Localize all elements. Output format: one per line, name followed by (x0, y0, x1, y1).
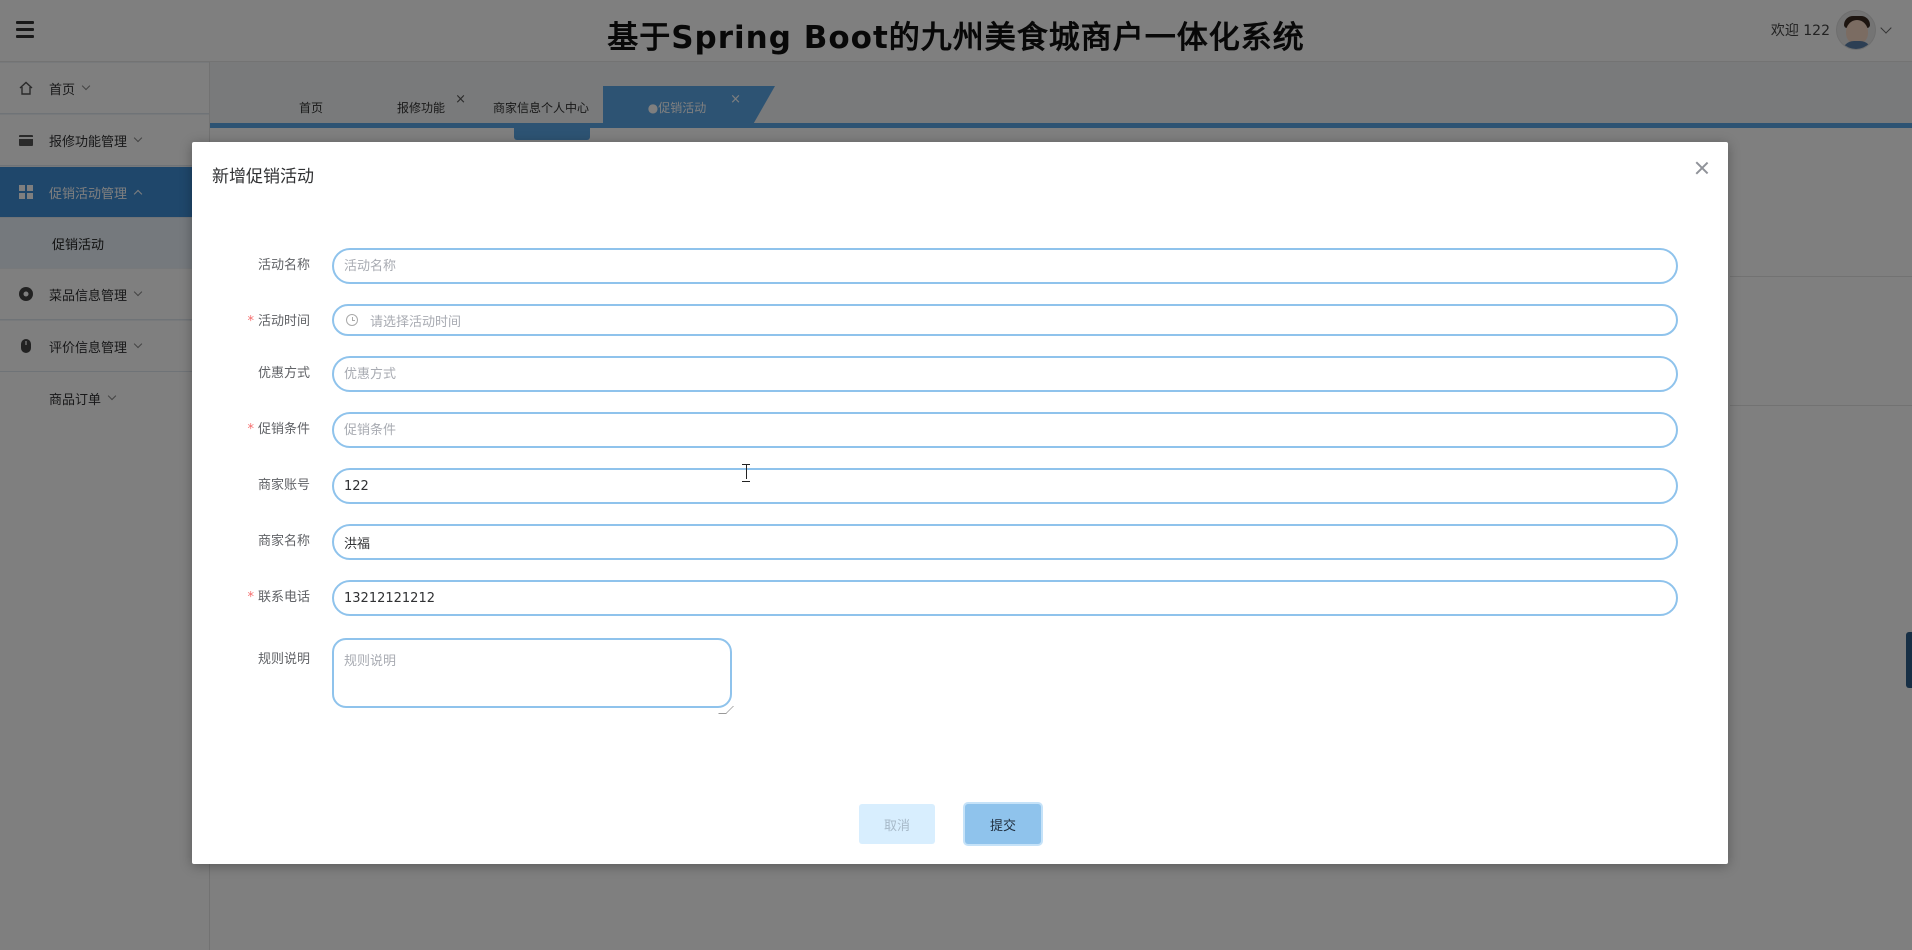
form-row-activity-time: * 活动时间 请选择活动时间 (192, 304, 1728, 348)
merchant-account-label: 商家账号 (257, 478, 310, 493)
phone-label: * 联系电话 (247, 590, 310, 605)
form-row-activity-name: 活动名称 (192, 248, 1728, 292)
dialog-title: 新增促销活动 (212, 167, 314, 187)
merchant-account-input[interactable] (332, 468, 1678, 504)
form-row-phone: * 联系电话 (192, 580, 1728, 624)
rules-textarea[interactable] (332, 638, 732, 708)
required-asterisk: * (247, 422, 254, 437)
activity-time-placeholder: 请选择活动时间 (370, 314, 462, 330)
activity-time-label: * 活动时间 (247, 314, 310, 329)
promo-condition-label: * 促销条件 (247, 422, 310, 437)
promo-condition-input[interactable] (332, 412, 1678, 448)
merchant-name-label: 商家名称 (257, 534, 310, 549)
form-row-merchant-account: 商家账号 (192, 468, 1728, 512)
rules-label: 规则说明 (257, 652, 310, 667)
form-row-discount-method: 优惠方式 (192, 356, 1728, 400)
close-icon[interactable] (1694, 160, 1710, 176)
form-row-promo-condition: * 促销条件 (192, 412, 1728, 456)
activity-name-input[interactable] (332, 248, 1678, 284)
clock-icon (346, 314, 358, 326)
submit-button[interactable]: 提交 (965, 804, 1041, 844)
merchant-name-input[interactable] (332, 524, 1678, 560)
add-promotion-dialog: 新增促销活动 活动名称 *活动时间 请选择活动时间 优惠方式 *促销条件 (192, 142, 1728, 864)
phone-input[interactable] (332, 580, 1678, 616)
form-row-merchant-name: 商家名称 (192, 524, 1728, 568)
required-asterisk: * (247, 314, 254, 329)
activity-time-picker[interactable]: 请选择活动时间 (332, 304, 1678, 336)
required-asterisk: * (247, 590, 254, 605)
discount-method-input[interactable] (332, 356, 1678, 392)
cancel-button[interactable]: 取消 (859, 804, 935, 844)
activity-name-label: 活动名称 (257, 258, 310, 273)
discount-method-label: 优惠方式 (257, 366, 310, 381)
form-row-rules: 规则说明 (192, 638, 1728, 708)
